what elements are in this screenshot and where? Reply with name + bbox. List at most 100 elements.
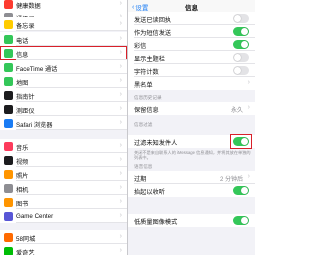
settings-row-label: 信息 bbox=[16, 52, 29, 59]
settings-row-safari[interactable]: Safari 浏览器 › bbox=[0, 116, 127, 130]
iqiyi-icon bbox=[4, 246, 13, 255]
settings-row-label: 相机 bbox=[16, 187, 29, 194]
chevron-right-icon: › bbox=[119, 233, 122, 240]
blocked-row[interactable]: 黑名单 › bbox=[128, 77, 255, 90]
expire-label: 过期 bbox=[134, 176, 147, 183]
settings-row-messages[interactable]: 信息 › bbox=[0, 46, 127, 60]
highlight-box bbox=[230, 134, 252, 149]
settings-row-videos[interactable]: 视频 › bbox=[0, 153, 127, 167]
settings-row-label: Game Center bbox=[16, 213, 54, 220]
filtering-header: 信息过滤 bbox=[134, 122, 153, 127]
show-subject-toggle[interactable] bbox=[233, 53, 249, 62]
filter-unknown-label: 过滤未知发件人 bbox=[134, 140, 178, 147]
settings-row-label: 指南针 bbox=[16, 94, 35, 101]
safari-icon bbox=[4, 118, 13, 128]
audio-header: 语音信息 bbox=[134, 164, 153, 169]
filter-description: 关闭不是来自联系人的 iMessage 信息通知，并将其放在单独的列表中。 bbox=[134, 150, 251, 160]
settings-panel: 设置 健康数据›通讯录›备忘录›电话›信息›FaceTime 通话›地图›指南针… bbox=[0, 0, 127, 255]
chevron-right-icon: › bbox=[119, 49, 122, 56]
raise-to-listen-toggle[interactable] bbox=[233, 186, 249, 195]
settings-row-label: 电话 bbox=[16, 38, 29, 45]
keep-messages-row[interactable]: 保留信息 永久 › bbox=[128, 102, 255, 115]
chevron-right-icon: › bbox=[119, 170, 122, 177]
settings-row-books[interactable]: 图书 › bbox=[0, 195, 127, 209]
messages-icon bbox=[4, 48, 13, 58]
settings-row-label: FaceTime 通话 bbox=[16, 66, 58, 73]
chevron-right-icon: › bbox=[119, 212, 122, 219]
settings-row-label: 备忘录 bbox=[16, 23, 35, 30]
blocked-label: 黑名单 bbox=[134, 82, 153, 89]
settings-row-label: Safari 浏览器 bbox=[16, 122, 53, 129]
chevron-right-icon: › bbox=[119, 119, 122, 126]
low-quality-row: 低质量图像模式 bbox=[128, 214, 255, 227]
chevron-right-icon: › bbox=[119, 20, 122, 27]
compass-icon bbox=[4, 90, 13, 100]
send-as-sms-toggle[interactable] bbox=[233, 27, 249, 36]
low-quality-toggle[interactable] bbox=[233, 216, 249, 225]
settings-row-compass[interactable]: 指南针 › bbox=[0, 88, 127, 102]
settings-row-maps[interactable]: 地图 › bbox=[0, 74, 127, 88]
settings-row-label: 图书 bbox=[16, 201, 29, 208]
settings-row-label: 健康数据 bbox=[16, 3, 41, 10]
keep-messages-label: 保留信息 bbox=[134, 107, 159, 114]
settings-row-label: 音乐 bbox=[16, 145, 29, 152]
notes-icon bbox=[4, 19, 13, 29]
chevron-right-icon: › bbox=[119, 91, 122, 98]
mms-toggle[interactable] bbox=[233, 40, 249, 49]
photos-icon bbox=[4, 169, 13, 179]
raise-to-listen-row: 抬起以收听 bbox=[128, 184, 255, 197]
char-count-row: 字符计数 bbox=[128, 64, 255, 77]
chevron-right-icon: › bbox=[119, 198, 122, 205]
chevron-right-icon: › bbox=[119, 247, 122, 254]
show-subject-label: 显示主题栏 bbox=[134, 56, 165, 63]
videos-icon bbox=[4, 155, 13, 165]
chevron-right-icon: › bbox=[119, 35, 122, 42]
chevron-right-icon: › bbox=[119, 142, 122, 149]
phone-icon bbox=[4, 34, 13, 44]
read-receipts-row: 发送已读回执 bbox=[128, 12, 255, 25]
app-58-icon bbox=[4, 232, 13, 242]
chevron-right-icon: › bbox=[247, 79, 250, 86]
mms-label: 彩信 bbox=[134, 43, 147, 50]
send-as-sms-label: 作为短信发送 bbox=[134, 30, 172, 37]
settings-row-label: 58同城 bbox=[16, 236, 36, 243]
expire-row[interactable]: 过期 2 分钟后 › bbox=[128, 171, 255, 184]
settings-row-iqiyi[interactable]: 爱奇艺 › bbox=[0, 244, 127, 255]
chevron-right-icon: › bbox=[247, 104, 250, 111]
messages-panel: ‹ 设置 信息 发送已读回执 作为短信发送 彩信 显示主题栏 字符计数 黑名单 … bbox=[128, 0, 255, 255]
settings-row-label: 照片 bbox=[16, 173, 29, 180]
filter-unknown-row: 过滤未知发件人 bbox=[128, 134, 255, 149]
game-center-icon bbox=[4, 211, 13, 221]
settings-row-label: 视频 bbox=[16, 159, 29, 166]
settings-row-app-58[interactable]: 58同城 › bbox=[0, 230, 127, 244]
settings-row-music[interactable]: 音乐 › bbox=[0, 139, 127, 153]
char-count-toggle[interactable] bbox=[233, 66, 249, 75]
chevron-right-icon: › bbox=[119, 105, 122, 112]
settings-row-label: 爱奇艺 bbox=[16, 250, 35, 255]
settings-row-notes[interactable]: 备忘录 › bbox=[0, 17, 127, 31]
messages-navbar: ‹ 设置 信息 bbox=[128, 0, 255, 12]
health-icon bbox=[4, 0, 13, 9]
settings-row-game-center[interactable]: Game Center › bbox=[0, 209, 127, 223]
expire-value: 2 分钟后 bbox=[219, 177, 243, 183]
camera-icon bbox=[4, 183, 13, 193]
keep-messages-value: 永久 bbox=[230, 108, 243, 114]
settings-row-facetime[interactable]: FaceTime 通话 › bbox=[0, 60, 127, 74]
settings-row-phone[interactable]: 电话 › bbox=[0, 32, 127, 46]
settings-row-photos[interactable]: 照片 › bbox=[0, 167, 127, 181]
measure-icon bbox=[4, 104, 13, 114]
char-count-label: 字符计数 bbox=[134, 69, 159, 76]
chevron-right-icon: › bbox=[119, 77, 122, 84]
chevron-right-icon: › bbox=[119, 156, 122, 163]
history-header: 信息历史记录 bbox=[134, 95, 162, 100]
chevron-right-icon: › bbox=[119, 63, 122, 70]
settings-row-camera[interactable]: 相机 › bbox=[0, 181, 127, 195]
read-receipts-toggle[interactable] bbox=[233, 14, 249, 23]
settings-row-label: 测距仪 bbox=[16, 108, 35, 115]
settings-row-measure[interactable]: 测距仪 › bbox=[0, 102, 127, 116]
music-icon bbox=[4, 141, 13, 151]
maps-icon bbox=[4, 76, 13, 86]
read-receipts-label: 发送已读回执 bbox=[134, 17, 172, 24]
facetime-icon bbox=[4, 62, 13, 72]
mms-row: 彩信 bbox=[128, 38, 255, 51]
